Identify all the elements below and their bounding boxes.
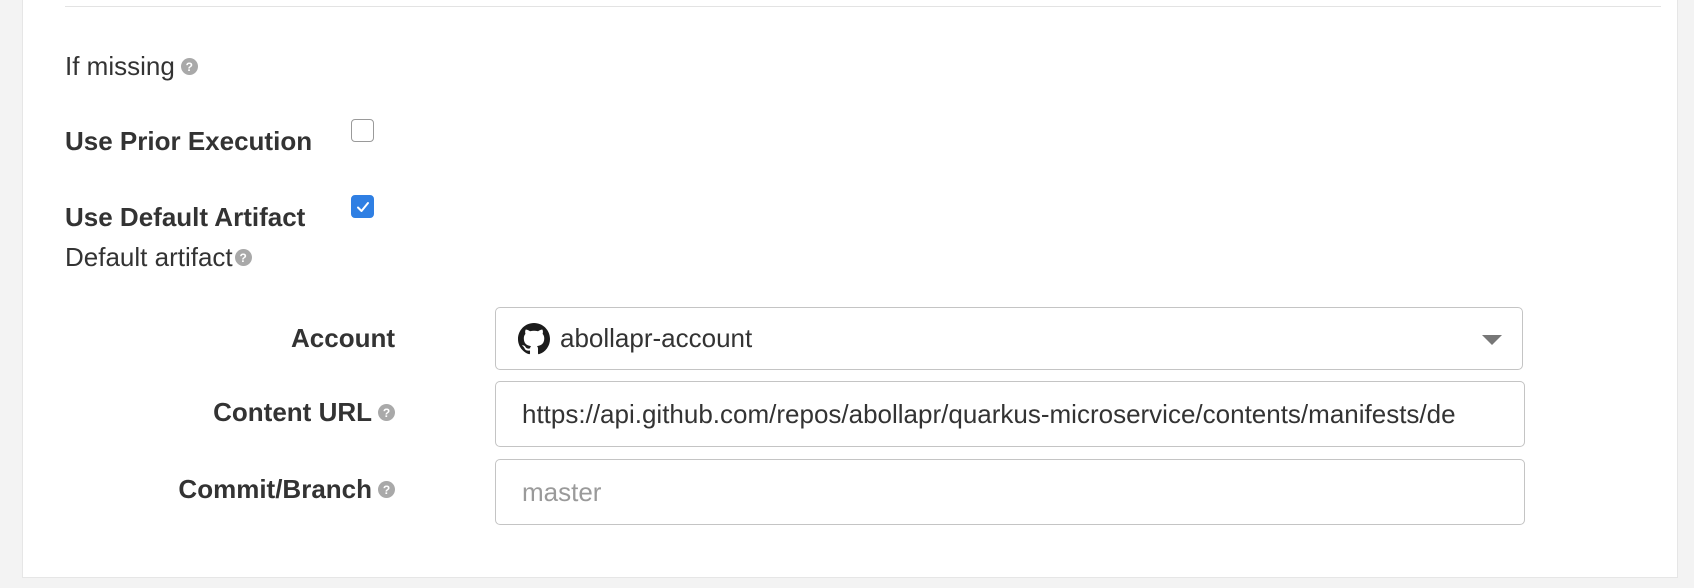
commit-branch-label: Commit/Branch?: [178, 474, 395, 504]
content-url-label: Content URL?: [213, 397, 395, 427]
help-icon[interactable]: ?: [180, 58, 198, 76]
default-artifact-label: Default artifact: [65, 242, 233, 272]
use-default-artifact-label: Use Default Artifact: [65, 202, 306, 232]
help-icon[interactable]: ?: [378, 481, 395, 499]
section-divider: [65, 6, 1661, 7]
github-icon: [518, 322, 550, 354]
use-default-artifact-checkbox[interactable]: [351, 195, 374, 218]
use-prior-execution-checkbox[interactable]: [351, 119, 374, 142]
commit-branch-input[interactable]: [495, 459, 1525, 525]
help-icon[interactable]: ?: [378, 404, 395, 422]
use-prior-execution-label: Use Prior Execution: [65, 126, 313, 156]
account-select[interactable]: abollapr-account: [495, 307, 1523, 370]
account-select-value: abollapr-account: [560, 323, 753, 353]
help-icon[interactable]: ?: [234, 249, 252, 267]
content-url-input[interactable]: [495, 381, 1525, 447]
if-missing-row: If missing?: [65, 51, 198, 81]
account-label: Account: [291, 323, 395, 353]
checkmark-icon: [356, 201, 369, 212]
stage-config-panel: If missing? Use Prior Execution Use Defa…: [22, 0, 1678, 578]
if-missing-label: If missing: [65, 51, 175, 81]
default-artifact-row: Default artifact?: [65, 242, 252, 272]
chevron-down-icon[interactable]: [1482, 335, 1502, 345]
